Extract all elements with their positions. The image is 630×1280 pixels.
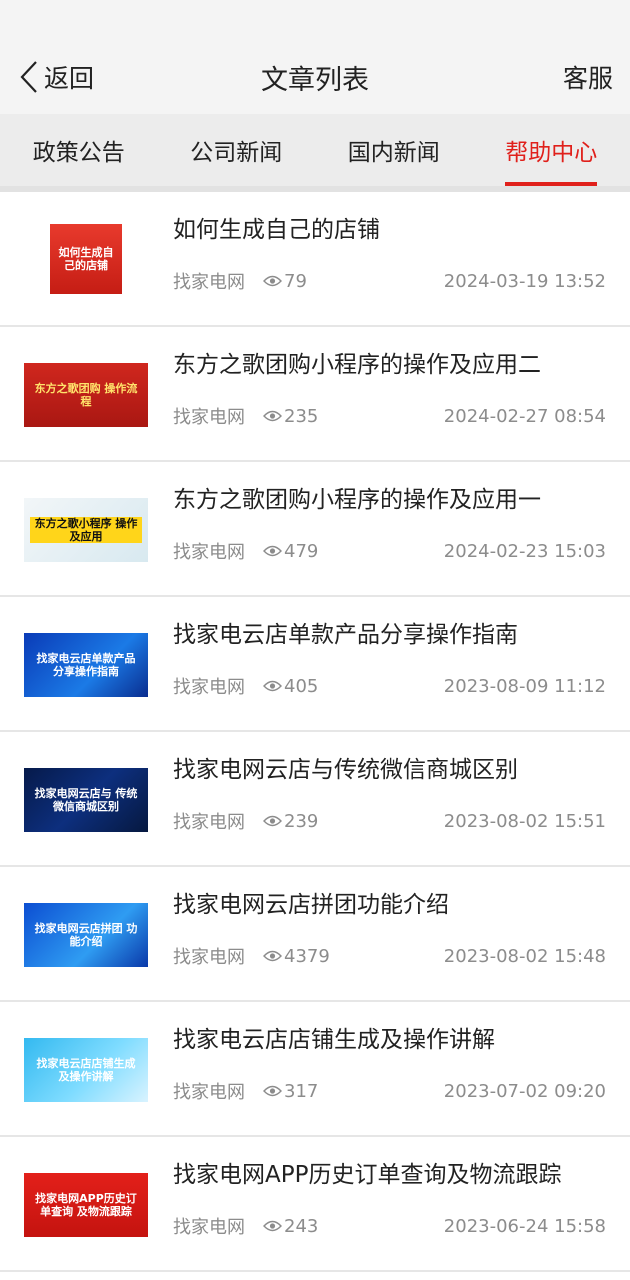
view-count: 4379 [263, 946, 330, 967]
article-date: 2023-08-02 15:48 [443, 945, 606, 967]
list-item[interactable]: 如何生成自己的店铺 如何生成自己的店铺 找家电网 79 2024-03-19 1… [0, 192, 630, 327]
article-source: 找家电网 [173, 677, 245, 698]
article-meta: 找家电网 235 2024-02-27 08:54 [173, 403, 606, 429]
article-meta: 找家电网 4379 2023-08-02 15:48 [173, 943, 606, 969]
view-count: 405 [263, 676, 318, 697]
chevron-left-icon [20, 61, 37, 93]
view-count-value: 405 [284, 675, 319, 697]
view-count-value: 239 [284, 810, 319, 832]
tab-label: 帮助中心 [505, 140, 598, 166]
page-title: 文章列表 [261, 64, 369, 96]
active-tab-indicator [505, 182, 598, 186]
view-count: 479 [263, 541, 318, 562]
tab-policy[interactable]: 政策公告 [0, 114, 158, 186]
article-thumbnail: 东方之歌团购 操作流程 [24, 363, 148, 427]
article-date: 2024-02-27 08:54 [443, 405, 606, 427]
article-date: 2024-03-19 13:52 [443, 270, 606, 292]
article-thumbnail: 找家电网云店拼团 功能介绍 [24, 903, 148, 967]
article-title: 找家电云店单款产品分享操作指南 [173, 622, 518, 648]
article-source: 找家电网 [173, 1082, 245, 1103]
list-item[interactable]: 东方之歌团购 操作流程 东方之歌团购小程序的操作及应用二 找家电网 235 20… [0, 327, 630, 462]
tab-label: 国内新闻 [347, 140, 440, 166]
article-list: 如何生成自己的店铺 如何生成自己的店铺 找家电网 79 2024-03-19 1… [0, 192, 630, 1272]
article-title: 找家电网云店与传统微信商城区别 [173, 757, 518, 783]
article-thumbnail: 找家电云店单款产品 分享操作指南 [24, 633, 148, 697]
article-date: 2023-08-09 11:12 [443, 675, 606, 697]
tab-company-news[interactable]: 公司新闻 [158, 114, 316, 186]
article-meta: 找家电网 239 2023-08-02 15:51 [173, 808, 606, 834]
list-item[interactable]: 找家电网APP历史订单查询 及物流跟踪 找家电网APP历史订单查询及物流跟踪 找… [0, 1137, 630, 1272]
view-count: 243 [263, 1216, 318, 1237]
list-item[interactable]: 找家电网云店拼团 功能介绍 找家电网云店拼团功能介绍 找家电网 4379 202… [0, 867, 630, 1002]
thumbnail-text: 东方之歌团购 操作流程 [34, 382, 138, 408]
eye-icon [263, 680, 282, 692]
view-count: 79 [263, 271, 307, 292]
back-label: 返回 [44, 64, 95, 93]
thumbnail-text: 如何生成自己的店铺 [58, 246, 114, 272]
article-date: 2023-06-24 15:58 [443, 1215, 606, 1237]
view-count-value: 4379 [284, 945, 330, 967]
view-count: 239 [263, 811, 318, 832]
article-date: 2023-07-02 09:20 [443, 1080, 606, 1102]
tab-label: 政策公告 [32, 140, 125, 166]
article-date: 2023-08-02 15:51 [443, 810, 606, 832]
eye-icon [263, 275, 282, 287]
eye-icon [263, 545, 282, 557]
eye-icon [263, 950, 282, 962]
tab-label: 公司新闻 [190, 140, 283, 166]
list-item[interactable]: 找家电网云店与 传统微信商城区别 找家电网云店与传统微信商城区别 找家电网 23… [0, 732, 630, 867]
article-meta: 找家电网 405 2023-08-09 11:12 [173, 673, 606, 699]
article-meta: 找家电网 79 2024-03-19 13:52 [173, 268, 606, 294]
back-button[interactable]: 返回 [18, 40, 94, 114]
tab-help-center[interactable]: 帮助中心 [473, 114, 630, 186]
article-meta: 找家电网 243 2023-06-24 15:58 [173, 1213, 606, 1239]
list-item[interactable]: 东方之歌小程序 操作及应用 东方之歌团购小程序的操作及应用一 找家电网 479 … [0, 462, 630, 597]
article-thumbnail: 找家电网云店与 传统微信商城区别 [24, 768, 148, 832]
view-count: 235 [263, 406, 318, 427]
article-title: 找家电网云店拼团功能介绍 [173, 892, 449, 918]
article-title: 找家电云店店铺生成及操作讲解 [173, 1027, 495, 1053]
article-title: 如何生成自己的店铺 [173, 217, 380, 243]
thumbnail-text: 找家电网APP历史订单查询 及物流跟踪 [35, 1192, 137, 1218]
navigation-bar: 返回 文章列表 客服 [0, 40, 630, 114]
article-source: 找家电网 [173, 812, 245, 833]
eye-icon [263, 410, 282, 422]
article-thumbnail: 如何生成自己的店铺 [50, 224, 122, 294]
thumbnail-text: 找家电云店单款产品 分享操作指南 [36, 652, 136, 678]
article-thumbnail: 找家电云店店铺生成 及操作讲解 [24, 1038, 148, 1102]
thumbnail-text: 找家电云店店铺生成 及操作讲解 [36, 1057, 136, 1083]
article-date: 2024-02-23 15:03 [443, 540, 606, 562]
thumbnail-text: 找家电网云店与 传统微信商城区别 [34, 787, 138, 813]
article-thumbnail: 找家电网APP历史订单查询 及物流跟踪 [24, 1173, 148, 1237]
article-source: 找家电网 [173, 1217, 245, 1238]
article-thumbnail: 东方之歌小程序 操作及应用 [24, 498, 148, 562]
thumbnail-text: 东方之歌小程序 操作及应用 [30, 517, 142, 543]
view-count-value: 317 [284, 1080, 319, 1102]
article-source: 找家电网 [173, 542, 245, 563]
thumbnail-text: 找家电网云店拼团 功能介绍 [34, 922, 138, 948]
view-count-value: 479 [284, 540, 319, 562]
customer-service-button[interactable]: 客服 [563, 40, 613, 114]
article-source: 找家电网 [173, 947, 245, 968]
eye-icon [263, 815, 282, 827]
view-count-value: 79 [284, 270, 307, 292]
eye-icon [263, 1220, 282, 1232]
view-count: 317 [263, 1081, 318, 1102]
article-meta: 找家电网 317 2023-07-02 09:20 [173, 1078, 606, 1104]
article-title: 找家电网APP历史订单查询及物流跟踪 [173, 1162, 562, 1188]
article-meta: 找家电网 479 2024-02-23 15:03 [173, 538, 606, 564]
status-bar [0, 0, 630, 40]
article-title: 东方之歌团购小程序的操作及应用二 [173, 352, 541, 378]
article-source: 找家电网 [173, 272, 245, 293]
eye-icon [263, 1085, 282, 1097]
article-title: 东方之歌团购小程序的操作及应用一 [173, 487, 541, 513]
category-tabs: 政策公告 公司新闻 国内新闻 帮助中心 [0, 114, 630, 192]
list-item[interactable]: 找家电云店单款产品 分享操作指南 找家电云店单款产品分享操作指南 找家电网 40… [0, 597, 630, 732]
tab-domestic-news[interactable]: 国内新闻 [315, 114, 473, 186]
list-item[interactable]: 找家电云店店铺生成 及操作讲解 找家电云店店铺生成及操作讲解 找家电网 317 … [0, 1002, 630, 1137]
view-count-value: 243 [284, 1215, 319, 1237]
view-count-value: 235 [284, 405, 319, 427]
article-source: 找家电网 [173, 407, 245, 428]
